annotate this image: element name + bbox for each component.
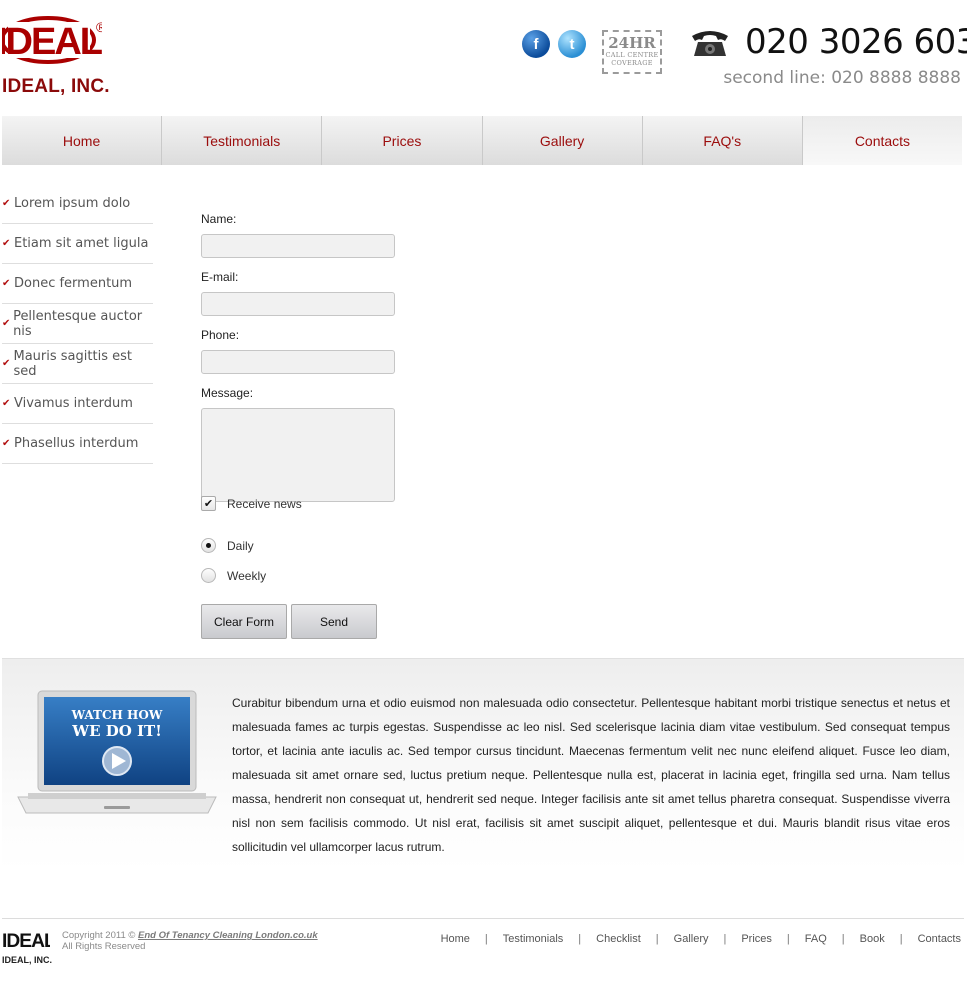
sidebar-item-label: Phasellus interdum [14, 436, 139, 451]
footer-logo-mark: IDEAL [2, 931, 57, 952]
footer-nav: Home | Testimonials | Checklist | Galler… [441, 933, 961, 945]
footer-divider [2, 918, 964, 919]
nav-faqs[interactable]: FAQ's [642, 116, 803, 165]
receive-news-checkbox[interactable]: ✔ [201, 496, 216, 511]
clear-form-button[interactable]: Clear Form [201, 604, 287, 639]
receive-news-label: Receive news [227, 496, 302, 511]
nav-gallery[interactable]: Gallery [482, 116, 643, 165]
email-label: E-mail: [201, 270, 239, 284]
copyright-prefix: Copyright 2011 © [62, 930, 136, 941]
site-link[interactable]: End Of Tenancy Cleaning London.co.uk [138, 930, 318, 941]
phone-label: Phone: [201, 328, 240, 342]
nav-home[interactable]: Home [2, 116, 163, 165]
badge-line1: CALL CENTRE [605, 51, 659, 59]
footer-link-testimonials[interactable]: Testimonials [503, 933, 564, 945]
copyright: Copyright 2011 © End Of Tenancy Cleaning… [62, 930, 318, 952]
footer-logo[interactable]: IDEAL IDEAL, INC. [2, 928, 57, 968]
nav-prices[interactable]: Prices [322, 116, 483, 165]
footer-link-prices[interactable]: Prices [741, 933, 772, 945]
name-field[interactable] [201, 234, 395, 258]
main-nav: Home Testimonials Prices Gallery FAQ's C… [2, 116, 963, 165]
video-title-line1: WATCH HOW [71, 708, 163, 722]
footer-company-name: IDEAL, INC. [2, 955, 53, 965]
weekly-radio[interactable] [201, 568, 216, 583]
daily-row: Daily [201, 538, 254, 553]
24hr-call-centre-badge: 24HR CALL CENTRE COVERAGE [602, 30, 662, 74]
sidebar-item-label: Mauris sagittis est sed [13, 348, 132, 379]
weekly-label: Weekly [227, 568, 267, 583]
name-label: Name: [201, 212, 237, 226]
sidebar-item[interactable]: ✔ Phasellus interdum [2, 424, 153, 464]
sidebar-item[interactable]: ✔ Etiam sit amet ligula [2, 224, 153, 264]
check-icon: ✔ [2, 398, 11, 409]
sidebar-item-label: Etiam sit amet ligula [14, 236, 149, 251]
footer-logo-text: IDEAL [2, 931, 50, 952]
footer-link-book[interactable]: Book [860, 933, 885, 945]
footer-separator: | [899, 933, 903, 945]
registered-mark: ® [96, 19, 102, 35]
sidebar-item[interactable]: ✔ Lorem ipsum dolo [2, 184, 153, 224]
footer-link-home[interactable]: Home [441, 933, 470, 945]
sidebar-item[interactable]: ✔ Mauris sagittis est sed [2, 344, 153, 384]
daily-label: Daily [227, 538, 254, 553]
laptop-video-thumbnail[interactable]: WATCH HOW WE DO IT! [16, 689, 218, 821]
email-field[interactable] [201, 292, 395, 316]
footer-link-faq[interactable]: FAQ [805, 933, 827, 945]
receive-news-row: ✔ Receive news [201, 496, 302, 511]
message-label: Message: [201, 386, 254, 400]
footer-separator: | [484, 933, 488, 945]
message-field[interactable] [201, 408, 395, 502]
sidebar-item-label: Vivamus interdum [14, 396, 133, 411]
footer-separator: | [786, 933, 790, 945]
sidebar-item-label: Donec fermentum [14, 276, 133, 291]
badge-hours: 24HR [608, 34, 656, 52]
check-icon: ✔ [2, 318, 11, 329]
rights-text: All Rights Reserved [62, 941, 146, 952]
phone-field[interactable] [201, 350, 395, 374]
check-icon: ✔ [2, 358, 11, 369]
weekly-row: Weekly [201, 568, 266, 583]
sidebar-item-label: Lorem ipsum dolo [14, 196, 131, 211]
sidebar-item[interactable]: ✔ Donec fermentum [2, 264, 153, 304]
check-icon: ✔ [2, 238, 11, 249]
daily-radio[interactable] [201, 538, 216, 553]
ideal-logo-mark: IDEAL ® [2, 16, 102, 64]
footer-separator: | [578, 933, 582, 945]
footer-link-contacts[interactable]: Contacts [918, 933, 961, 945]
sidebar-item-label: Pellentesque auctor nis [13, 308, 143, 339]
video-title-line2: WE DO IT! [71, 722, 162, 740]
sidebar: ✔ Lorem ipsum dolo ✔ Etiam sit amet ligula… [2, 184, 153, 464]
sidebar-item[interactable]: ✔ Vivamus interdum [2, 384, 153, 424]
ideal-logo[interactable]: IDEAL ® IDEAL, INC. [2, 12, 122, 98]
promo-text: Curabitur bibendum urna et odio euismod … [232, 696, 950, 854]
contact-form: Name: E-mail: Phone: Message: [201, 212, 461, 502]
logo-text: IDEAL [2, 21, 102, 63]
footer-separator: | [723, 933, 727, 945]
check-icon: ✔ [2, 198, 11, 209]
twitter-icon[interactable]: t [558, 30, 586, 58]
phone-number: 020 3026 6036 [745, 22, 967, 62]
footer-link-checklist[interactable]: Checklist [596, 933, 641, 945]
footer-separator: | [841, 933, 845, 945]
sidebar-item[interactable]: ✔ Pellentesque auctor nis [2, 304, 153, 344]
nav-contacts[interactable]: Contacts [802, 116, 963, 165]
check-icon: ✔ [2, 438, 11, 449]
telephone-icon [692, 31, 728, 56]
footer-separator: | [655, 933, 659, 945]
promo-band: WATCH HOW WE DO IT! Curabitur bibendum u… [2, 658, 964, 871]
nav-testimonials[interactable]: Testimonials [162, 116, 323, 165]
footer-link-gallery[interactable]: Gallery [674, 933, 709, 945]
badge-line2: COVERAGE [611, 59, 653, 67]
company-name: IDEAL, INC. [2, 76, 110, 97]
second-phone-line: second line: 020 8888 8888 [723, 68, 961, 88]
send-button[interactable]: Send [291, 604, 377, 639]
check-icon: ✔ [2, 278, 11, 289]
facebook-icon[interactable]: f [522, 30, 550, 58]
